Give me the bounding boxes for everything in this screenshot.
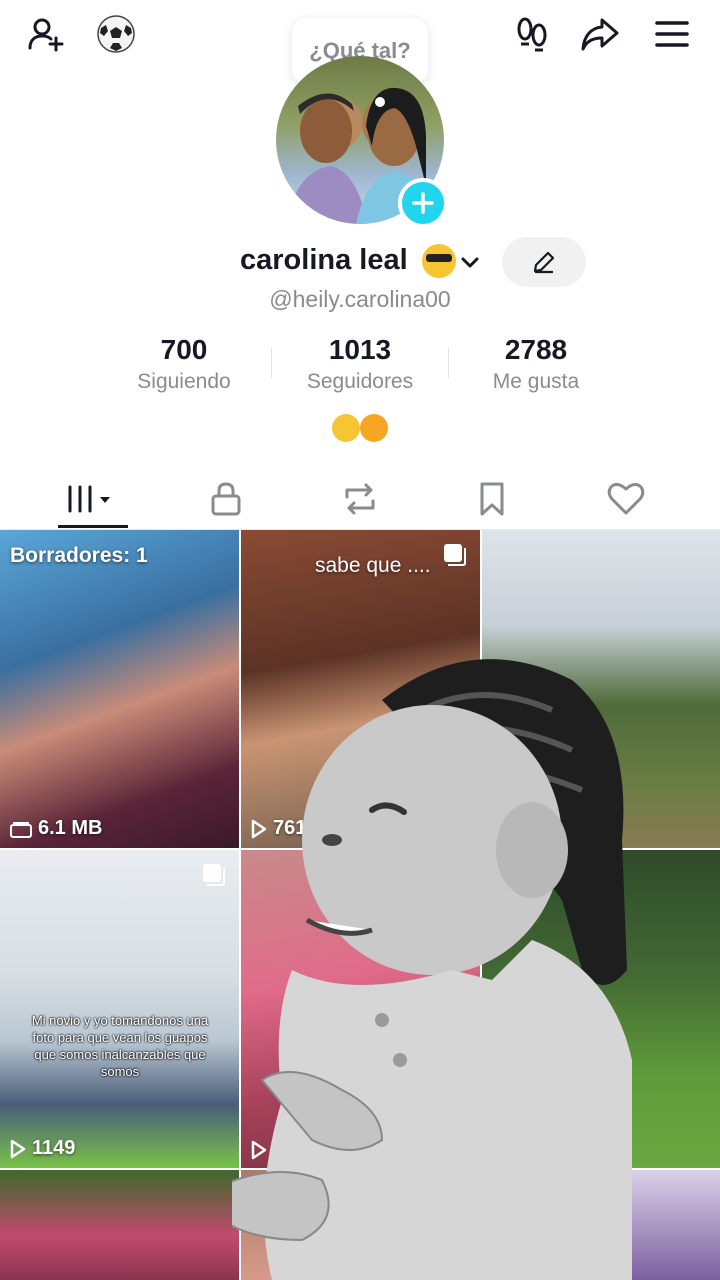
grid-icon (67, 485, 110, 513)
tab-videos[interactable] (26, 470, 158, 528)
soccer-ball-icon[interactable] (94, 12, 138, 56)
repost-icon (345, 483, 375, 515)
profile-tabs (0, 470, 720, 530)
drafts-folder-icon (10, 821, 32, 838)
photo-tile[interactable]: Mi novio y yo tomandonos una foto para q… (0, 850, 239, 1168)
bookmark-icon (480, 482, 504, 516)
likes-stat[interactable]: 2788 Me gusta (448, 334, 624, 394)
plus-icon (412, 192, 434, 214)
view-count: 1149 (10, 1137, 75, 1160)
play-icon (10, 1139, 26, 1158)
multi-photo-icon (444, 544, 466, 566)
sunglasses-emoji-icon (422, 244, 456, 278)
pencil-icon (533, 251, 555, 274)
view-count-value: 1149 (32, 1137, 76, 1159)
heart-icon (607, 482, 645, 515)
person-plus-icon[interactable] (24, 12, 68, 56)
drafts-size-row: 6.1 MB (10, 817, 102, 840)
name-row: carolina leal (0, 240, 720, 284)
edit-profile-button[interactable] (502, 237, 586, 287)
followers-stat[interactable]: 1013 Seguidores (272, 334, 448, 394)
following-stat[interactable]: 700 Siguiendo (96, 334, 272, 394)
chevron-down-icon[interactable] (458, 250, 482, 274)
tab-active-indicator (58, 525, 128, 528)
lock-icon (211, 482, 241, 516)
video-overlay-text: sabe que .... (315, 554, 431, 577)
likes-label: Me gusta (492, 370, 580, 393)
pleading-face-emoji-icon (332, 414, 360, 442)
multi-photo-icon (203, 864, 225, 886)
note-bubble-tail (375, 97, 385, 107)
following-label: Siguiendo (137, 370, 231, 393)
add-story-button[interactable] (398, 178, 448, 228)
tab-reposts[interactable] (294, 470, 426, 528)
followers-label: Seguidores (306, 370, 414, 393)
username-handle: @heily.carolina00 (269, 286, 451, 312)
tab-saved[interactable] (426, 470, 558, 528)
share-arrow-icon[interactable] (578, 12, 622, 56)
followers-count: 1013 (328, 334, 392, 365)
drafts-size: 6.1 MB (38, 817, 103, 839)
following-count: 700 (160, 334, 208, 365)
display-name: carolina leal (240, 244, 408, 276)
likes-count: 2788 (504, 334, 568, 365)
drafts-label: Borradores: 1 (10, 544, 148, 567)
tab-private[interactable] (160, 470, 292, 528)
bio (330, 414, 390, 444)
profile-stats: 700 Siguiendo 1013 Seguidores 2788 Me gu… (0, 334, 720, 394)
tab-liked[interactable] (560, 470, 692, 528)
baby-sticker-image (232, 659, 632, 1280)
smiling-hearts-emoji-icon (360, 414, 388, 442)
hamburger-menu-icon[interactable] (650, 12, 694, 56)
drafts-tile[interactable]: Borradores: 1 6.1 MB (0, 530, 239, 848)
photo-caption: Mi novio y yo tomandonos una foto para q… (31, 1013, 209, 1079)
footprints-icon[interactable] (510, 12, 554, 56)
video-tile[interactable] (0, 1170, 239, 1280)
